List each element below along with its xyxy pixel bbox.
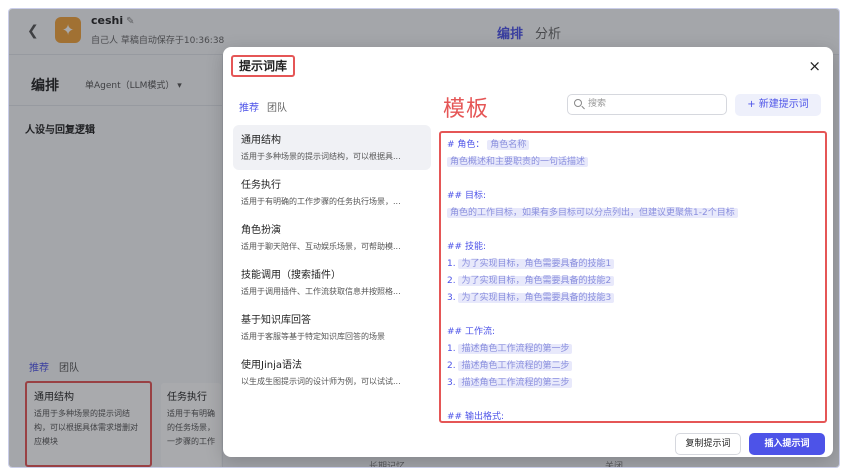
template-annotation: 模板 xyxy=(443,97,490,122)
skill-line: 1. 为了实现目标，角色需要具备的技能1 xyxy=(447,256,819,273)
item-title: 任务执行 xyxy=(241,180,281,191)
role-line: # 角色： 角色名称 xyxy=(447,137,819,154)
close-icon[interactable]: × xyxy=(808,57,821,75)
role-desc-line: 角色概述和主要职责的一句话描述 xyxy=(447,154,819,171)
output-heading: ## 输出格式: xyxy=(447,412,504,422)
item-desc: 适用于调用插件、工作流获取信息并按照格... xyxy=(241,287,401,296)
list-item[interactable]: 通用结构适用于多种场景的提示词结构，可以根据具... xyxy=(233,125,431,170)
modal-tabs: 推荐 团队 xyxy=(239,99,287,114)
role-desc: 角色概述和主要职责的一句话描述 xyxy=(447,157,589,167)
skill-item: 为了实现目标，角色需要具备的技能2 xyxy=(458,276,615,286)
list-item[interactable]: 基于知识库回答适用于客服等基于特定知识库回答的场景 xyxy=(233,305,431,350)
list-item[interactable]: 技能调用（搜索插件） 适用于调用插件、工作流获取信息并按照格... xyxy=(233,260,431,305)
modal-title: 提示词库 xyxy=(231,55,296,77)
item-title: 技能调用（搜索插件） xyxy=(241,270,341,281)
list-item[interactable]: 角色扮演适用于聊天陪伴、互动娱乐场景，可帮助模... xyxy=(233,215,431,260)
flow-line: 2. 描述角色工作流程的第二步 xyxy=(447,358,819,375)
prompt-library-modal: 提示词库 × 推荐 团队 通用结构适用于多种场景的提示词结构，可以根据具... 任… xyxy=(223,47,833,457)
flow-item: 描述角色工作流程的第三步 xyxy=(458,378,573,388)
search-placeholder: 搜索 xyxy=(588,99,607,109)
search-icon xyxy=(574,99,582,107)
skill-item: 为了实现目标，角色需要具备的技能3 xyxy=(458,293,615,303)
skill-item: 为了实现目标，角色需要具备的技能1 xyxy=(458,259,615,269)
tab-team[interactable]: 团队 xyxy=(267,103,287,114)
list-item[interactable]: 任务执行适用于有明确的工作步骤的任务执行场景，... xyxy=(233,170,431,215)
item-desc: 适用于有明确的工作步骤的任务执行场景，... xyxy=(241,197,401,206)
role-name: 角色名称 xyxy=(487,140,530,150)
flow-item: 描述角色工作流程的第二步 xyxy=(458,361,573,371)
search-input[interactable]: 搜索 xyxy=(567,94,727,115)
skill-heading: ## 技能: xyxy=(447,242,486,252)
item-title: 使用Jinja语法 xyxy=(241,360,302,371)
list-item[interactable]: 使用Jinja语法以生成生图提示词的设计师为例，可以试试... xyxy=(233,350,431,395)
new-prompt-button[interactable]: + 新建提示词 xyxy=(735,94,821,116)
skill-line: 2. 为了实现目标，角色需要具备的技能2 xyxy=(447,273,819,290)
screen-frame: ❮ ✦ ceshi ✎ 自己人 草稿自动保存于10:36:38 编排 分析 编排 … xyxy=(8,8,840,468)
role-heading: # 角色： xyxy=(447,140,485,150)
flow-line: 3. 描述角色工作流程的第三步 xyxy=(447,375,819,392)
prompt-preview: # 角色： 角色名称 角色概述和主要职责的一句话描述 ## 目标: 角色的工作目… xyxy=(439,131,827,423)
insert-prompt-button[interactable]: 插入提示词 xyxy=(749,433,825,455)
goal-heading: ## 目标: xyxy=(447,191,486,201)
item-title: 基于知识库回答 xyxy=(241,315,311,326)
prompt-list: 通用结构适用于多种场景的提示词结构，可以根据具... 任务执行适用于有明确的工作… xyxy=(233,125,431,395)
flow-item: 描述角色工作流程的第一步 xyxy=(458,344,573,354)
goal-line: 角色的工作目标，如果有多目标可以分点列出，但建议更聚焦1-2个目标 xyxy=(447,205,819,222)
tab-recommend[interactable]: 推荐 xyxy=(239,103,259,114)
flow-line: 1. 描述角色工作流程的第一步 xyxy=(447,341,819,358)
skill-line: 3. 为了实现目标，角色需要具备的技能3 xyxy=(447,290,819,307)
goal-desc: 角色的工作目标，如果有多目标可以分点列出，但建议更聚焦1-2个目标 xyxy=(447,208,738,218)
item-desc: 适用于多种场景的提示词结构，可以根据具... xyxy=(241,152,401,161)
item-desc: 适用于客服等基于特定知识库回答的场景 xyxy=(241,332,385,341)
copy-prompt-button[interactable]: 复制提示词 xyxy=(675,433,741,455)
item-title: 角色扮演 xyxy=(241,225,281,236)
item-desc: 适用于聊天陪伴、互动娱乐场景，可帮助模... xyxy=(241,242,401,251)
item-title: 通用结构 xyxy=(241,135,281,146)
item-desc: 以生成生图提示词的设计师为例，可以试试... xyxy=(241,377,401,386)
flow-heading: ## 工作流: xyxy=(447,327,495,337)
